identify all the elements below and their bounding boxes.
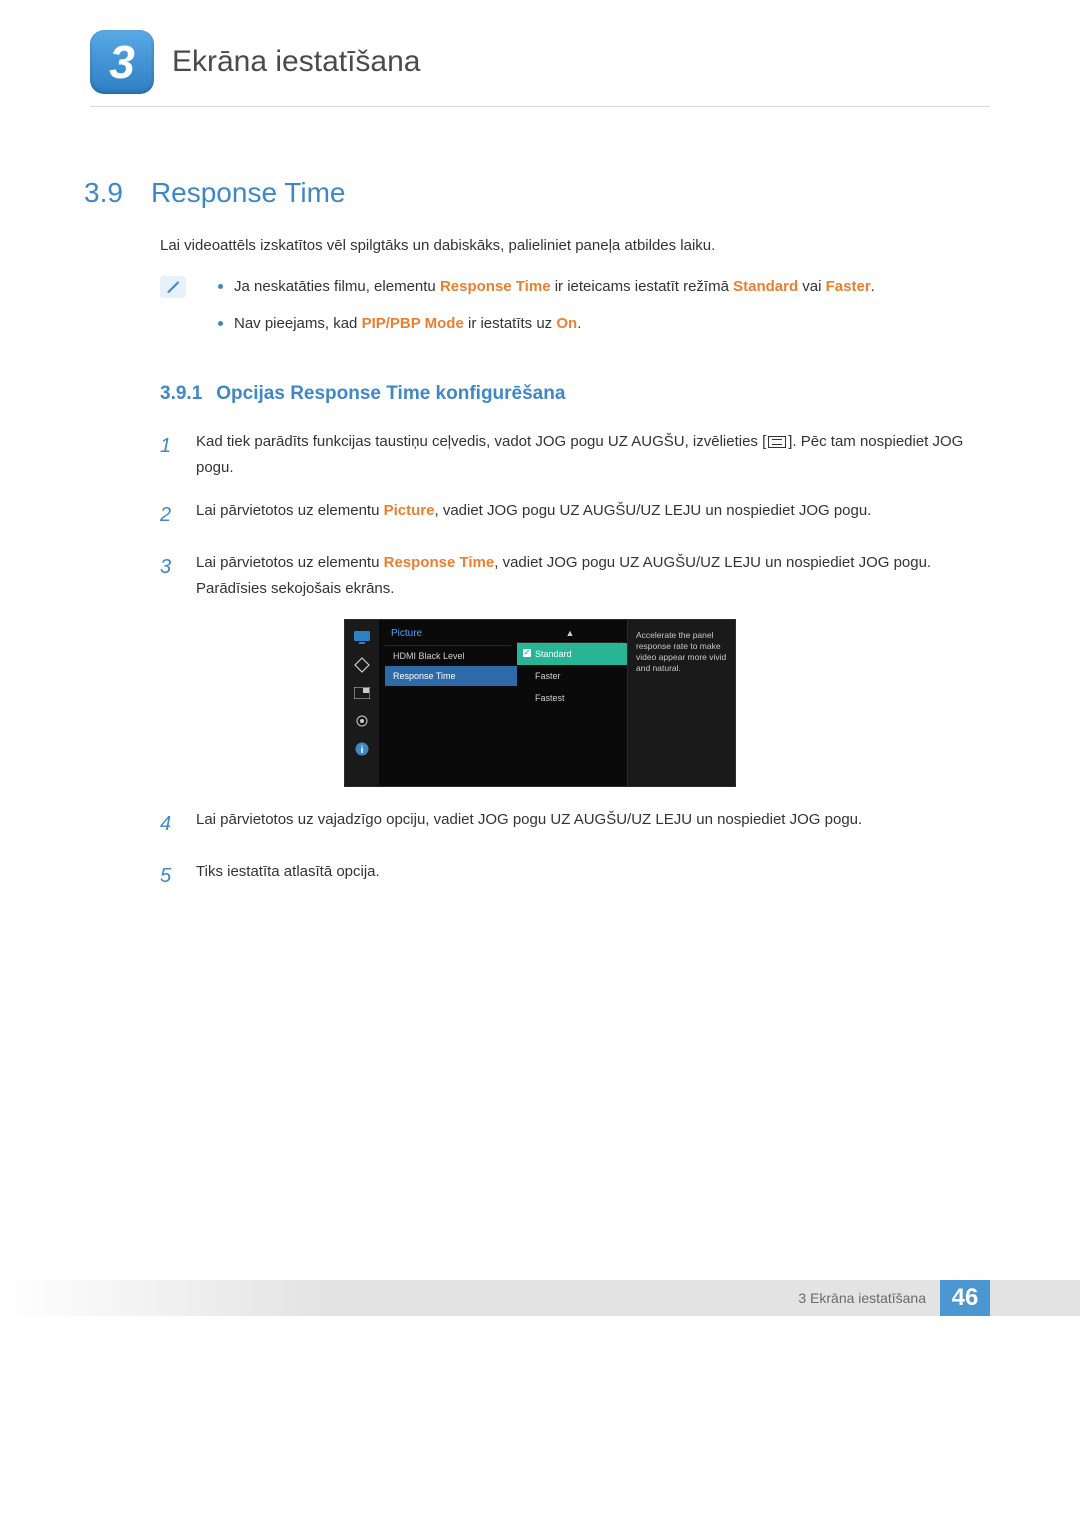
menu-icon xyxy=(768,436,786,448)
chapter-header: 3 Ekrāna iestatīšana xyxy=(90,30,990,94)
page-number: 46 xyxy=(940,1280,990,1316)
note-item: Ja neskatāties filmu, elementu Response … xyxy=(214,276,875,299)
step-text: Lai pārvietotos uz vajadzīgo opciju, vad… xyxy=(196,807,990,841)
picture-icon xyxy=(352,628,372,646)
osd-iconbar: i xyxy=(345,620,379,786)
step-3: 3 Lai pārvietotos uz elementu Response T… xyxy=(160,550,990,601)
page-footer: 3 Ekrāna iestatīšana 46 xyxy=(0,1280,1080,1316)
note-highlight: PIP/PBP Mode xyxy=(362,315,464,332)
osd-option-selected: Standard xyxy=(517,643,627,665)
step-highlight: Response Time xyxy=(384,554,495,571)
osd-options-column: ▲ Standard Faster Fastest xyxy=(517,620,627,786)
osd-main-column: Picture HDMI Black Level Response Time xyxy=(379,620,517,786)
section-number: 3.9 xyxy=(84,177,123,209)
info-icon: i xyxy=(352,740,372,758)
step-5: 5 Tiks iestatīta atlasītā opcija. xyxy=(160,859,990,893)
osd-option: Fastest xyxy=(517,687,627,709)
step-number: 2 xyxy=(160,498,178,532)
step-2: 2 Lai pārvietotos uz elementu Picture, v… xyxy=(160,498,990,532)
osd-description: Accelerate the panel response rate to ma… xyxy=(627,620,735,786)
note-text: . xyxy=(871,278,875,295)
header-divider xyxy=(90,106,990,107)
note-highlight: Standard xyxy=(733,278,798,295)
chapter-title: Ekrāna iestatīšana xyxy=(172,45,420,79)
osd-screenshot: i Picture HDMI Black Level Response Time… xyxy=(344,619,736,787)
step-1: 1 Kad tiek parādīts funkcijas taustiņu c… xyxy=(160,429,990,480)
note-highlight: On xyxy=(556,315,577,332)
step-text: Lai pārvietotos uz elementu xyxy=(196,502,384,519)
step-number: 5 xyxy=(160,859,178,893)
step-4: 4 Lai pārvietotos uz vajadzīgo opciju, v… xyxy=(160,807,990,841)
step-text: Kad tiek parādīts funkcijas taustiņu ceļ… xyxy=(196,433,766,450)
osd-category-label: Picture xyxy=(385,626,511,646)
note-text: Ja neskatāties filmu, elementu xyxy=(234,278,440,295)
step-number: 3 xyxy=(160,550,178,601)
note-text: vai xyxy=(798,278,826,295)
note-text: Nav pieejams, kad xyxy=(234,315,362,332)
note-highlight: Faster xyxy=(826,278,871,295)
step-text: Lai pārvietotos uz elementu xyxy=(196,554,384,571)
chapter-number-badge: 3 xyxy=(90,30,154,94)
note-block: Ja neskatāties filmu, elementu Response … xyxy=(160,276,990,349)
note-highlight: Response Time xyxy=(440,278,551,295)
note-text: ir iestatīts uz xyxy=(464,315,557,332)
section-header: 3.9 Response Time xyxy=(84,177,990,209)
note-item: Nav pieejams, kad PIP/PBP Mode ir iestat… xyxy=(214,313,875,336)
footer-chapter-label: 3 Ekrāna iestatīšana xyxy=(798,1290,926,1306)
section-intro: Lai videoattēls izskatītos vēl spilgtāks… xyxy=(160,237,990,254)
pip-icon xyxy=(352,684,372,702)
step-highlight: Picture xyxy=(384,502,435,519)
size-icon xyxy=(352,656,372,674)
subsection-title: Opcijas Response Time konfigurēšana xyxy=(216,383,565,405)
svg-text:i: i xyxy=(361,745,364,756)
subsection-header: 3.9.1 Opcijas Response Time konfigurēšan… xyxy=(160,383,990,405)
subsection-number: 3.9.1 xyxy=(160,383,202,405)
note-text: ir ieteicams iestatīt režīmā xyxy=(551,278,734,295)
osd-option: Faster xyxy=(517,665,627,687)
osd-menu-item: HDMI Black Level xyxy=(385,646,517,666)
step-number: 1 xyxy=(160,429,178,480)
osd-up-arrow-icon: ▲ xyxy=(517,626,623,643)
step-number: 4 xyxy=(160,807,178,841)
note-icon xyxy=(160,276,186,298)
section-title: Response Time xyxy=(151,177,346,209)
step-text: , vadiet JOG pogu UZ AUGŠU/UZ LEJU un no… xyxy=(434,502,871,519)
osd-menu-item-selected: Response Time xyxy=(385,666,517,686)
note-text: . xyxy=(577,315,581,332)
step-text: Tiks iestatīta atlasītā opcija. xyxy=(196,859,990,893)
settings-icon xyxy=(352,712,372,730)
